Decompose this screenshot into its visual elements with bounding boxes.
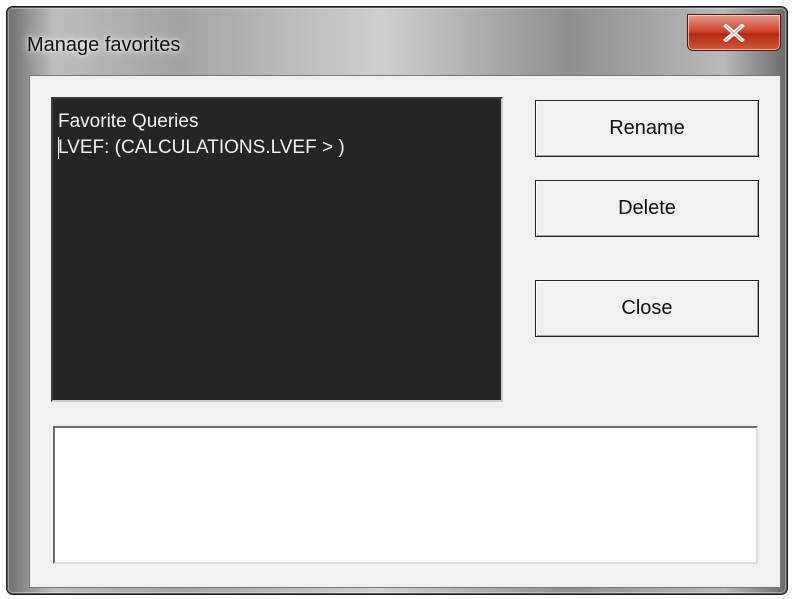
delete-button[interactable]: Delete (535, 180, 759, 237)
list-item[interactable]: LVEF: (CALCULATIONS.LVEF > ) (58, 135, 501, 161)
list-item-label: LVEF: (CALCULATIONS.LVEF > ) (58, 137, 345, 158)
window-title: Manage favorites (27, 34, 181, 56)
rename-button[interactable]: Rename (535, 100, 759, 157)
query-details-box[interactable] (53, 426, 758, 564)
favorite-queries-list[interactable]: Favorite Queries LVEF: (CALCULATIONS.LVE… (51, 97, 503, 402)
dialog-client-area: Favorite Queries LVEF: (CALCULATIONS.LVE… (29, 75, 781, 588)
dialog-window: Manage favorites Favorite Queries LVEF: … (6, 6, 788, 595)
window-close-button[interactable] (687, 14, 781, 51)
close-x-icon (723, 23, 745, 42)
list-header: Favorite Queries (58, 111, 199, 132)
close-button[interactable]: Close (535, 280, 759, 337)
text-caret (58, 137, 59, 159)
